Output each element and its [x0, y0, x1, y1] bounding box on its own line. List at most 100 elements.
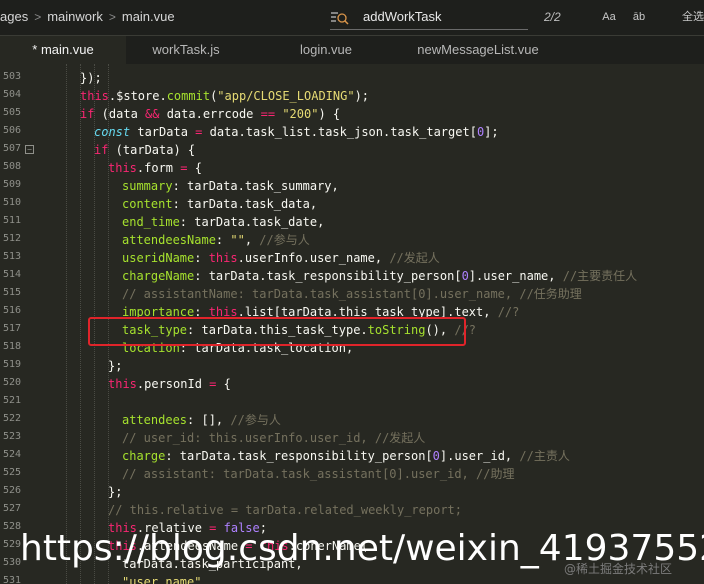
tab-worktask-js[interactable]: workTask.js: [128, 36, 244, 64]
tab-bar: * main.vue workTask.js login.vue newMess…: [0, 36, 704, 64]
code-line: // user_id: this.userInfo.user_id, //发起人: [122, 429, 425, 447]
code-line: "user_name": [122, 573, 201, 584]
search-list-icon[interactable]: [330, 8, 350, 28]
code-token: content: [122, 197, 173, 211]
match-count: 2/2: [544, 10, 561, 24]
code-token: (data: [94, 107, 146, 121]
code-token: "user_name": [122, 575, 202, 584]
code-token: data.errcode: [159, 107, 261, 121]
code-token: // this.relative = tarData.related_weekl…: [108, 503, 463, 517]
code-line: const tarData = data.task_list.task_json…: [94, 123, 499, 141]
code-token: ,: [244, 233, 260, 247]
code-token: if: [94, 143, 109, 157]
code-line: content: tarData.task_data,: [122, 195, 317, 213]
find-bar: addWorkTask 2/2 Aa āb 全选: [326, 6, 704, 30]
code-token: });: [80, 71, 102, 85]
find-input-underline: [330, 29, 528, 30]
code-token: =: [180, 161, 188, 175]
code-token: //?: [497, 305, 520, 319]
code-line: attendeesName: "", //参与人: [122, 231, 310, 249]
code-token: //发起人: [389, 251, 440, 265]
title-bar: ages > mainwork > main.vue addWorkTask 2/2 A…: [0, 0, 704, 36]
tab-main-vue[interactable]: * main.vue: [0, 36, 126, 64]
watermark-logo: @稀土掘金技术社区: [564, 562, 673, 576]
code-token: };: [108, 485, 123, 499]
tab-newmessagelist-vue[interactable]: newMessageList.vue: [400, 36, 556, 64]
code-token: // user_id: this.userInfo.user_id, //发起人: [122, 431, 426, 445]
code-token: this: [108, 377, 137, 391]
code-token: tarData: [130, 125, 196, 139]
code-token: "": [230, 233, 245, 247]
code-line: // assistant: tarData.task_assistant[0].…: [122, 465, 514, 483]
code-token: //主责人: [519, 449, 570, 463]
code-token: .personId: [136, 377, 210, 391]
code-token: this: [108, 161, 137, 175]
indent-guide: [80, 64, 81, 584]
breadcrumb-item-file[interactable]: main.vue: [122, 9, 175, 24]
code-token: // assistant: tarData.task_assistant[0].…: [122, 467, 515, 481]
code-line: chargeName: tarData.task_responsibility_…: [122, 267, 637, 285]
code-token: if: [80, 107, 95, 121]
code-line: useridName: this.userInfo.user_name, //发…: [122, 249, 440, 267]
breadcrumb-item-mainwork[interactable]: mainwork: [47, 9, 103, 24]
code-token: : tarData.task_data,: [172, 197, 318, 211]
code-line: charge: tarData.task_responsibility_pers…: [122, 447, 570, 465]
code-line: // this.relative = tarData.related_weekl…: [108, 501, 462, 519]
code-token: 0: [432, 449, 440, 463]
code-token: useridName: [122, 251, 195, 265]
code-line: this.$store.commit("app/CLOSE_LOADING");: [80, 87, 369, 105]
code-line: summary: tarData.task_summary,: [122, 177, 339, 195]
code-token: commit: [166, 89, 211, 103]
breadcrumb-item-ages[interactable]: ages: [0, 9, 28, 24]
breadcrumb-separator: >: [34, 10, 42, 24]
code-line: this.form = {: [108, 159, 202, 177]
tab-login-vue[interactable]: login.vue: [264, 36, 388, 64]
breadcrumb-separator: >: [108, 10, 116, 24]
code-token: this: [208, 251, 238, 265]
code-token: ) {: [318, 107, 341, 121]
code-token: ].user_id,: [439, 449, 520, 463]
code-token: ==: [260, 107, 276, 121]
code-token: : tarData.task_responsibility_person[: [194, 269, 462, 283]
select-all-button[interactable]: 全选: [660, 8, 704, 26]
code-token: {: [187, 161, 202, 175]
code-token: // assistantName: tarData.task_assistant…: [122, 287, 582, 301]
code-token: :: [215, 233, 231, 247]
code-token: .$store.: [108, 89, 167, 103]
code-token: data.task_list.task_json.task_target[: [202, 125, 477, 139]
code-token: attendees: [122, 413, 188, 427]
code-line: if (data && data.errcode == "200") {: [80, 105, 340, 123]
code-token: : [],: [187, 413, 231, 427]
code-token: "app/CLOSE_LOADING": [217, 89, 355, 103]
indent-guide: [66, 64, 67, 584]
code-token: charge: [122, 449, 166, 463]
code-line: };: [108, 483, 122, 501]
code-token: summary: [122, 179, 173, 193]
whole-word-button[interactable]: āb: [628, 8, 650, 26]
code-token: //主要责任人: [562, 269, 638, 283]
code-token: };: [108, 359, 123, 373]
code-token: chargeName: [122, 269, 195, 283]
match-case-button[interactable]: Aa: [598, 8, 620, 26]
code-token: {: [216, 377, 231, 391]
code-editor[interactable]: 503 504 505 506 507−508 509 510 511 512 513 514 515…: [0, 64, 704, 584]
code-line: });: [80, 69, 102, 87]
code-token: );: [354, 89, 370, 103]
code-token: attendeesName: [122, 233, 216, 247]
code-token: ].user_name,: [468, 269, 563, 283]
code-token: :: [194, 251, 209, 265]
code-token: "200": [282, 107, 319, 121]
code-line: if (tarData) {: [94, 141, 195, 159]
code-token: (tarData) {: [108, 143, 196, 157]
code-token: const: [94, 125, 131, 139]
annotation-highlight-box: [88, 317, 466, 346]
code-token: 0: [461, 269, 469, 283]
code-token: &&: [145, 107, 160, 121]
code-token: : tarData.task_responsibility_person[: [165, 449, 433, 463]
find-input[interactable]: addWorkTask: [363, 9, 442, 24]
code-token: : tarData.task_summary,: [172, 179, 339, 193]
code-line: // assistantName: tarData.task_assistant…: [122, 285, 582, 303]
breadcrumb: ages > mainwork > main.vue: [0, 9, 175, 24]
code-line: this.personId = {: [108, 375, 231, 393]
code-line: };: [108, 357, 122, 375]
